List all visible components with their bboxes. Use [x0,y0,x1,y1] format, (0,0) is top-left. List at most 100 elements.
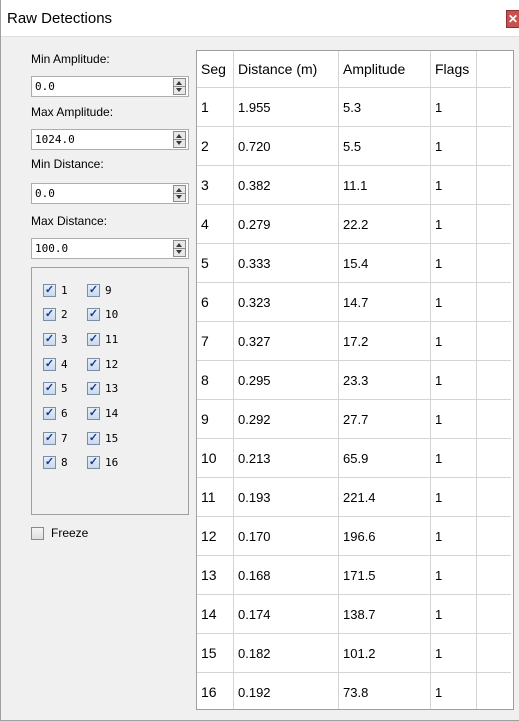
cell-seg[interactable]: 8 [197,360,234,400]
segment-checkbox[interactable]: ✓ 16 [87,454,118,470]
cell-flags[interactable]: 1 [430,282,477,322]
table-row[interactable]: 13 0.168 171.5 1 [197,555,511,595]
cell-flags[interactable]: 1 [430,516,477,556]
checkbox-checked-icon[interactable]: ✓ [87,332,100,346]
segment-checkbox[interactable]: ✓ 3 [43,331,68,347]
segment-checkbox[interactable]: ✓ 12 [87,356,118,372]
min-distance-spinbox[interactable]: 0.0 [31,183,189,204]
detections-table[interactable]: Seg Distance (m) Amplitude Flags 1 1.955 5… [196,50,514,710]
cell-flags[interactable]: 1 [430,555,477,595]
cell-flags[interactable]: 1 [430,321,477,361]
cell-flags[interactable]: 1 [430,399,477,439]
cell-seg[interactable]: 10 [197,438,234,478]
table-row[interactable]: 11 0.193 221.4 1 [197,477,511,517]
checkbox-unchecked-icon[interactable] [31,526,44,540]
segment-checkbox[interactable]: ✓ 15 [87,430,118,446]
checkbox-checked-icon[interactable]: ✓ [87,381,100,395]
checkbox-checked-icon[interactable]: ✓ [43,455,56,469]
cell-distance[interactable]: 0.720 [233,126,339,166]
checkbox-checked-icon[interactable]: ✓ [87,431,100,445]
cell-amplitude[interactable]: 5.3 [338,87,431,127]
cell-flags[interactable]: 1 [430,360,477,400]
checkbox-checked-icon[interactable]: ✓ [43,357,56,371]
cell-distance[interactable]: 0.382 [233,165,339,205]
cell-amplitude[interactable]: 14.7 [338,282,431,322]
table-row[interactable]: 14 0.174 138.7 1 [197,594,511,634]
cell-seg[interactable]: 14 [197,594,234,634]
cell-seg[interactable]: 4 [197,204,234,244]
cell-seg[interactable]: 15 [197,633,234,673]
cell-distance[interactable]: 0.327 [233,321,339,361]
segment-checkbox[interactable]: ✓ 2 [43,306,68,322]
cell-flags[interactable]: 1 [430,165,477,205]
table-row[interactable]: 16 0.192 73.8 1 [197,672,511,709]
cell-seg[interactable]: 9 [197,399,234,439]
table-row[interactable]: 3 0.382 11.1 1 [197,165,511,205]
cell-distance[interactable]: 0.213 [233,438,339,478]
column-header-amplitude[interactable]: Amplitude [338,51,431,88]
spin-arrows-icon[interactable] [173,185,186,202]
table-row[interactable]: 15 0.182 101.2 1 [197,633,511,673]
segment-checkbox[interactable]: ✓ 6 [43,405,68,421]
cell-amplitude[interactable]: 17.2 [338,321,431,361]
segment-checkbox[interactable]: ✓ 1 [43,282,68,298]
cell-distance[interactable]: 0.333 [233,243,339,283]
table-row[interactable]: 7 0.327 17.2 1 [197,321,511,361]
table-row[interactable]: 10 0.213 65.9 1 [197,438,511,478]
segment-checkbox[interactable]: ✓ 4 [43,356,68,372]
max-amplitude-spinbox[interactable]: 1024.0 [31,129,189,150]
close-button[interactable]: ✕ [506,10,519,28]
cell-seg[interactable]: 5 [197,243,234,283]
cell-distance[interactable]: 0.193 [233,477,339,517]
cell-flags[interactable]: 1 [430,672,477,709]
cell-seg[interactable]: 11 [197,477,234,517]
cell-flags[interactable]: 1 [430,126,477,166]
cell-amplitude[interactable]: 73.8 [338,672,431,709]
spin-arrows-icon[interactable] [173,131,186,148]
cell-amplitude[interactable]: 11.1 [338,165,431,205]
cell-amplitude[interactable]: 23.3 [338,360,431,400]
cell-distance[interactable]: 0.174 [233,594,339,634]
segment-checkbox[interactable]: ✓ 11 [87,331,118,347]
table-row[interactable]: 8 0.295 23.3 1 [197,360,511,400]
cell-distance[interactable]: 0.182 [233,633,339,673]
checkbox-checked-icon[interactable]: ✓ [43,307,56,321]
cell-seg[interactable]: 6 [197,282,234,322]
checkbox-checked-icon[interactable]: ✓ [43,283,56,297]
cell-seg[interactable]: 1 [197,87,234,127]
cell-seg[interactable]: 3 [197,165,234,205]
cell-seg[interactable]: 16 [197,672,234,709]
cell-distance[interactable]: 0.295 [233,360,339,400]
cell-seg[interactable]: 13 [197,555,234,595]
cell-distance[interactable]: 0.168 [233,555,339,595]
cell-amplitude[interactable]: 15.4 [338,243,431,283]
segment-checkbox[interactable]: ✓ 13 [87,380,118,396]
title-bar[interactable]: Raw Detections ✕ [1,0,519,37]
min-amplitude-spinbox[interactable]: 0.0 [31,76,189,97]
checkbox-checked-icon[interactable]: ✓ [43,431,56,445]
table-row[interactable]: 12 0.170 196.6 1 [197,516,511,556]
column-header-flags[interactable]: Flags [430,51,477,88]
segment-checkbox[interactable]: ✓ 7 [43,430,68,446]
cell-amplitude[interactable]: 171.5 [338,555,431,595]
checkbox-checked-icon[interactable]: ✓ [87,283,100,297]
cell-distance[interactable]: 1.955 [233,87,339,127]
cell-distance[interactable]: 0.323 [233,282,339,322]
cell-amplitude[interactable]: 27.7 [338,399,431,439]
cell-flags[interactable]: 1 [430,204,477,244]
cell-distance[interactable]: 0.192 [233,672,339,709]
cell-amplitude[interactable]: 5.5 [338,126,431,166]
cell-distance[interactable]: 0.292 [233,399,339,439]
table-row[interactable]: 5 0.333 15.4 1 [197,243,511,283]
table-row[interactable]: 2 0.720 5.5 1 [197,126,511,166]
segment-checkbox[interactable]: ✓ 5 [43,380,68,396]
checkbox-checked-icon[interactable]: ✓ [43,381,56,395]
table-row[interactable]: 4 0.279 22.2 1 [197,204,511,244]
checkbox-checked-icon[interactable]: ✓ [43,406,56,420]
freeze-checkbox[interactable]: Freeze [31,526,88,540]
checkbox-checked-icon[interactable]: ✓ [87,307,100,321]
cell-seg[interactable]: 12 [197,516,234,556]
cell-flags[interactable]: 1 [430,87,477,127]
table-row[interactable]: 6 0.323 14.7 1 [197,282,511,322]
checkbox-checked-icon[interactable]: ✓ [87,455,100,469]
